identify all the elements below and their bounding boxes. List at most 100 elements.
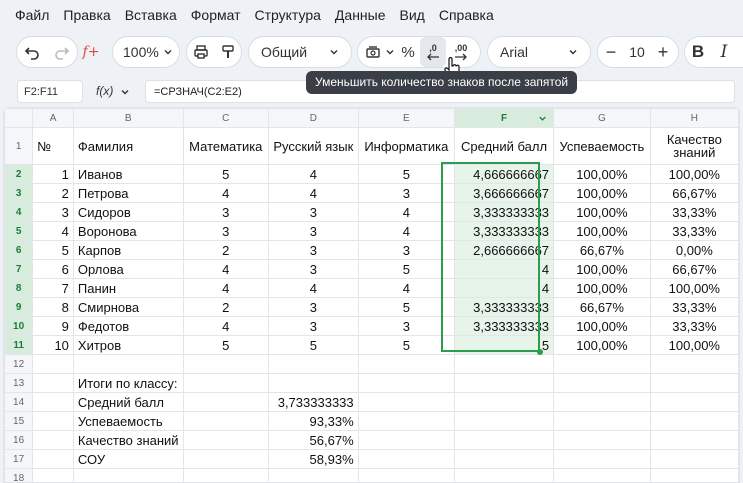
- cell[interactable]: 5: [182, 164, 270, 184]
- cell[interactable]: [32, 373, 74, 393]
- chevron-down-icon[interactable]: [538, 114, 547, 123]
- cell[interactable]: [268, 354, 359, 374]
- cell[interactable]: Петрова: [72, 183, 184, 203]
- column-header-d[interactable]: D: [268, 108, 359, 128]
- cell[interactable]: [453, 468, 555, 482]
- cell[interactable]: 33,33%: [649, 202, 739, 222]
- cell[interactable]: Успеваемость: [72, 411, 184, 431]
- print-icon[interactable]: [187, 37, 215, 67]
- cell[interactable]: 10: [32, 335, 74, 355]
- cell[interactable]: Хитров: [72, 335, 184, 355]
- currency-icon[interactable]: [358, 37, 384, 67]
- row-header[interactable]: 8: [4, 278, 34, 298]
- cell[interactable]: [357, 468, 456, 482]
- row-header[interactable]: 2: [4, 164, 34, 184]
- cell[interactable]: [357, 430, 456, 450]
- column-header-e[interactable]: E: [357, 108, 456, 128]
- row-header[interactable]: 10: [4, 316, 34, 336]
- bold-button[interactable]: B: [685, 37, 711, 67]
- cell[interactable]: [182, 411, 270, 431]
- menu-edit[interactable]: Правка: [63, 7, 110, 23]
- cell[interactable]: 58,93%: [268, 449, 359, 469]
- cell[interactable]: [553, 354, 651, 374]
- header-cell[interactable]: Успеваемость: [553, 127, 651, 165]
- cell[interactable]: Итоги по классу:: [72, 373, 184, 393]
- cell[interactable]: 1: [32, 164, 74, 184]
- function-button[interactable]: f(x): [96, 80, 130, 103]
- cell[interactable]: [268, 468, 359, 482]
- cell[interactable]: [649, 449, 739, 469]
- cell[interactable]: 93,33%: [268, 411, 359, 431]
- percent-button[interactable]: %: [396, 37, 420, 67]
- cell[interactable]: 3: [182, 202, 270, 222]
- font-size-increase-button[interactable]: +: [650, 37, 676, 67]
- cell[interactable]: 3: [268, 316, 359, 336]
- cell[interactable]: [182, 430, 270, 450]
- cell[interactable]: 4: [182, 316, 270, 336]
- cell[interactable]: [357, 411, 456, 431]
- cell[interactable]: Средний балл: [72, 392, 184, 412]
- cell[interactable]: 3: [268, 240, 359, 260]
- cell[interactable]: [32, 430, 74, 450]
- row-header[interactable]: 7: [4, 259, 34, 279]
- cell[interactable]: 100,00%: [553, 183, 651, 203]
- cell[interactable]: 5: [32, 240, 74, 260]
- zoom-select[interactable]: 100%: [112, 36, 180, 68]
- cell[interactable]: 100,00%: [553, 316, 651, 336]
- fill-handle[interactable]: [537, 349, 543, 355]
- cell[interactable]: 5: [357, 297, 456, 317]
- cell[interactable]: 56,67%: [268, 430, 359, 450]
- cell[interactable]: 9: [32, 316, 74, 336]
- cell[interactable]: [453, 449, 555, 469]
- row-header[interactable]: 1: [4, 127, 34, 165]
- cell[interactable]: 6: [32, 259, 74, 279]
- cell[interactable]: Воронова: [72, 221, 184, 241]
- row-header[interactable]: 3: [4, 183, 34, 203]
- cell[interactable]: [553, 449, 651, 469]
- cell[interactable]: Качество знаний: [72, 430, 184, 450]
- cell[interactable]: 4: [357, 202, 456, 222]
- row-header[interactable]: 16: [4, 430, 34, 450]
- cell[interactable]: [649, 392, 739, 412]
- selected-cell[interactable]: 4: [453, 259, 555, 279]
- cell[interactable]: Панин: [72, 278, 184, 298]
- cell[interactable]: 100,00%: [649, 335, 739, 355]
- cell[interactable]: Карпов: [72, 240, 184, 260]
- cell[interactable]: Сидоров: [72, 202, 184, 222]
- cell[interactable]: 3,733333333: [268, 392, 359, 412]
- font-size-decrease-button[interactable]: −: [598, 37, 624, 67]
- selected-cell[interactable]: 4: [453, 278, 555, 298]
- header-cell[interactable]: Средний балл: [453, 127, 555, 165]
- number-format-select[interactable]: Общий: [248, 36, 352, 68]
- cell[interactable]: [357, 392, 456, 412]
- cell[interactable]: СОУ: [72, 449, 184, 469]
- cell[interactable]: Орлова: [72, 259, 184, 279]
- cell[interactable]: 2: [182, 240, 270, 260]
- cell[interactable]: [32, 449, 74, 469]
- row-header[interactable]: 13: [4, 373, 34, 393]
- cell[interactable]: [357, 354, 456, 374]
- row-header[interactable]: 14: [4, 392, 34, 412]
- cell[interactable]: 4: [182, 259, 270, 279]
- cell[interactable]: 5: [182, 335, 270, 355]
- cell[interactable]: 100,00%: [553, 278, 651, 298]
- cell[interactable]: [553, 468, 651, 482]
- row-header[interactable]: 15: [4, 411, 34, 431]
- header-cell[interactable]: Качество знаний: [649, 127, 739, 165]
- cell[interactable]: 3: [32, 202, 74, 222]
- cell[interactable]: Иванов: [72, 164, 184, 184]
- header-cell[interactable]: Математика: [182, 127, 270, 165]
- cell[interactable]: Федотов: [72, 316, 184, 336]
- cell[interactable]: [453, 430, 555, 450]
- cell[interactable]: 66,67%: [649, 183, 739, 203]
- cell[interactable]: 4: [268, 278, 359, 298]
- row-header[interactable]: 9: [4, 297, 34, 317]
- cell[interactable]: 3: [357, 240, 456, 260]
- name-box[interactable]: F2:F11: [17, 80, 83, 103]
- cell[interactable]: 4: [357, 278, 456, 298]
- cell[interactable]: 5: [357, 335, 456, 355]
- cell[interactable]: [182, 449, 270, 469]
- row-header[interactable]: 6: [4, 240, 34, 260]
- cell[interactable]: [553, 392, 651, 412]
- cell[interactable]: [649, 354, 739, 374]
